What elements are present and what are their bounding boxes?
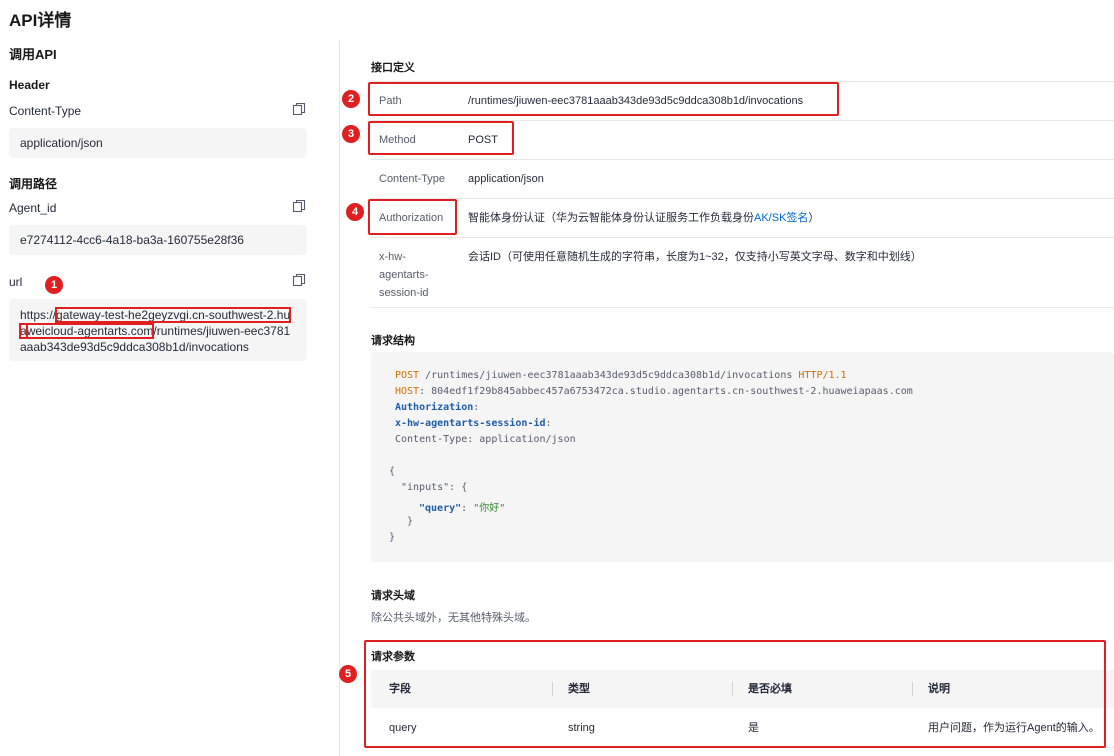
code-line: } [407,516,414,527]
code-path: /runtimes/jiuwen-eec3781aaab343de93d5c9d… [419,370,799,381]
code-line: "query": "你好" [419,499,505,514]
code-protocol: HTTP/1.1 [798,370,847,381]
agent-id-label: Agent_id [9,201,57,215]
code-sep: : [461,503,474,514]
agent-id-value: e7274112-4cc6-4a18-ba3a-160755e28f36 [9,225,307,255]
code-line: } [389,532,396,543]
annotation-box-path [368,82,839,116]
code-query-value: "你好" [473,503,506,514]
definition-key: Content-Type [379,173,446,185]
annotation-badge-1: 1 [45,276,63,294]
authorization-text-end: ） [808,212,820,224]
url-label: url [9,275,23,289]
content-type-value: application/json [9,128,307,158]
definition-key-line: x-hw- [379,251,406,263]
annotation-badge-5: 5 [339,665,357,683]
call-path-section-title: 调用路径 [9,177,58,191]
definition-row-content-type: Content-Type application/json [371,159,1114,198]
annotation-box-params [364,640,1106,748]
page-title: API详情 [9,11,72,30]
request-structure-title: 请求结构 [371,335,415,347]
call-api-heading: 调用API [9,47,57,62]
annotation-badge-2: 2 [342,90,360,108]
code-host-key: HOST [395,386,420,397]
definition-key: x-hw- agentarts- session-id [379,248,459,302]
definition-key-line: session-id [379,287,429,299]
copy-icon[interactable] [292,102,306,116]
url-value: https://gateway-test-he2geyzvgi.cn-south… [9,299,307,361]
annotation-badge-3: 3 [342,125,360,143]
definition-row-session-id: x-hw- agentarts- session-id 会话ID（可使用任意随机… [371,237,1114,308]
code-session-key: x-hw-agentarts-session-id [395,418,546,429]
url-prefix: https:// [20,308,57,322]
code-line: Content-Type: application/json [395,434,576,445]
code-line: HOST: 804edf1f29b845abbec457a6753472ca.s… [395,386,913,397]
definition-key-line: agentarts- [379,269,429,281]
request-code-block: POST /runtimes/jiuwen-eec3781aaab343de93… [371,352,1114,562]
code-colon: : [545,418,552,429]
aksk-signature-link[interactable]: AK/SK签名 [754,212,808,224]
code-line: "inputs": { [401,482,468,493]
authorization-text: 智能体身份认证（华为云智能体身份认证服务工作负载身份 [468,212,754,224]
copy-icon[interactable] [292,273,306,287]
definition-title: 接口定义 [371,62,415,74]
annotation-box-authorization [368,199,457,235]
code-method: POST [395,370,420,381]
code-line: Authorization: [395,402,479,413]
code-auth-key: Authorization [395,402,474,413]
code-host-value: : 804edf1f29b845abbec457a6753472ca.studi… [419,386,913,397]
definition-value: 智能体身份认证（华为云智能体身份认证服务工作负载身份AK/SK签名） [468,209,819,227]
header-section-title: Header [9,78,50,92]
definition-row-authorization: Authorization 智能体身份认证（华为云智能体身份认证服务工作负载身份… [371,198,1114,237]
copy-icon[interactable] [292,199,306,213]
code-line: POST /runtimes/jiuwen-eec3781aaab343de93… [395,370,847,381]
url-host-highlight: weicloud-agentarts.com [25,323,155,339]
content-type-label: Content-Type [9,104,82,118]
request-headers-note: 除公共头域外，无其他特殊头域。 [371,612,536,624]
definition-value: application/json [468,173,544,185]
code-line: { [389,466,396,477]
annotation-box-method [368,121,514,155]
annotation-badge-4: 4 [346,203,364,221]
code-query-key: "query" [419,503,462,514]
request-headers-title: 请求头域 [371,590,415,602]
code-line: x-hw-agentarts-session-id: [395,418,552,429]
definition-value: 会话ID（可使用任意随机生成的字符串，长度为1~32，仅支持小写英文字母、数字和… [468,251,922,263]
code-colon: : [473,402,480,413]
column-divider [339,41,340,756]
